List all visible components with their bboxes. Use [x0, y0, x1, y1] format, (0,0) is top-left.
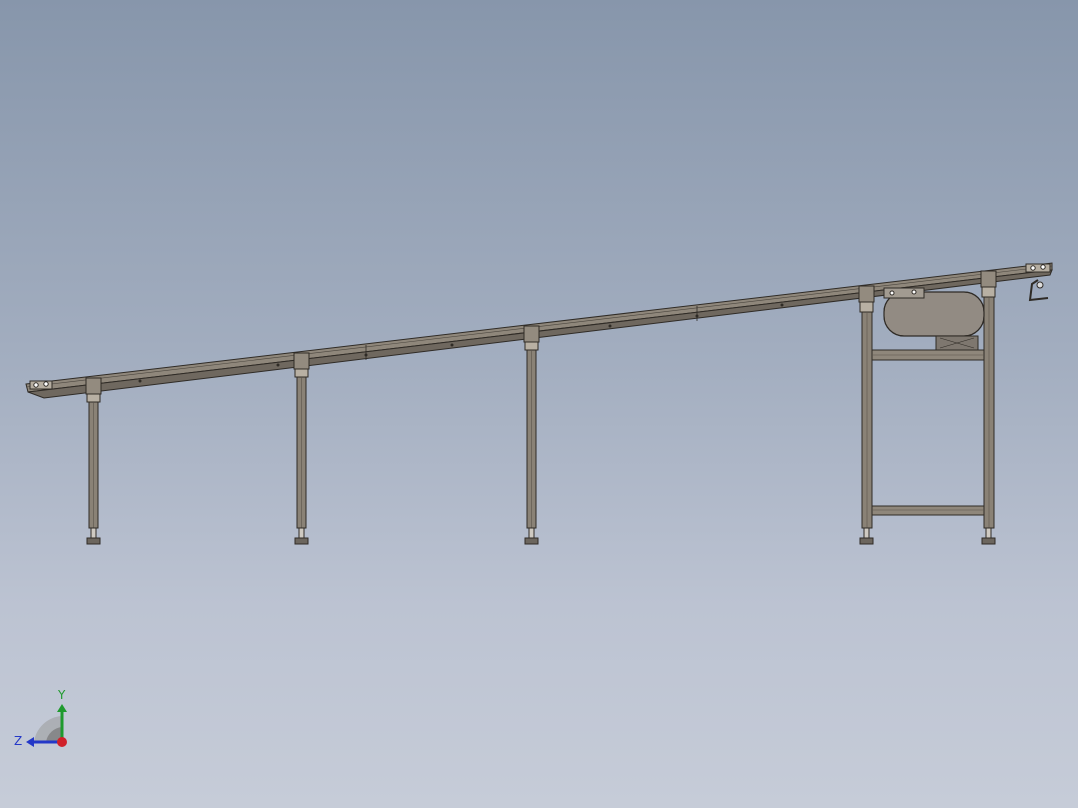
view-orientation-triad[interactable]: Y Z [10, 684, 80, 754]
tail-end-bracket[interactable] [29, 380, 53, 390]
z-axis-label: Z [14, 734, 22, 748]
x-axis-point [57, 737, 67, 747]
support-leg-2[interactable] [293, 352, 310, 545]
y-axis-label: Y [57, 688, 66, 702]
support-leg-3[interactable] [523, 325, 540, 545]
conveyor-model[interactable] [0, 0, 1078, 808]
cad-viewport[interactable]: Y Z [0, 0, 1078, 808]
z-axis-arrowhead [26, 737, 34, 747]
gear-motor[interactable] [883, 287, 985, 351]
y-axis-arrowhead [57, 704, 67, 712]
head-end-bracket[interactable] [1025, 263, 1051, 302]
support-leg-1[interactable] [85, 377, 102, 545]
